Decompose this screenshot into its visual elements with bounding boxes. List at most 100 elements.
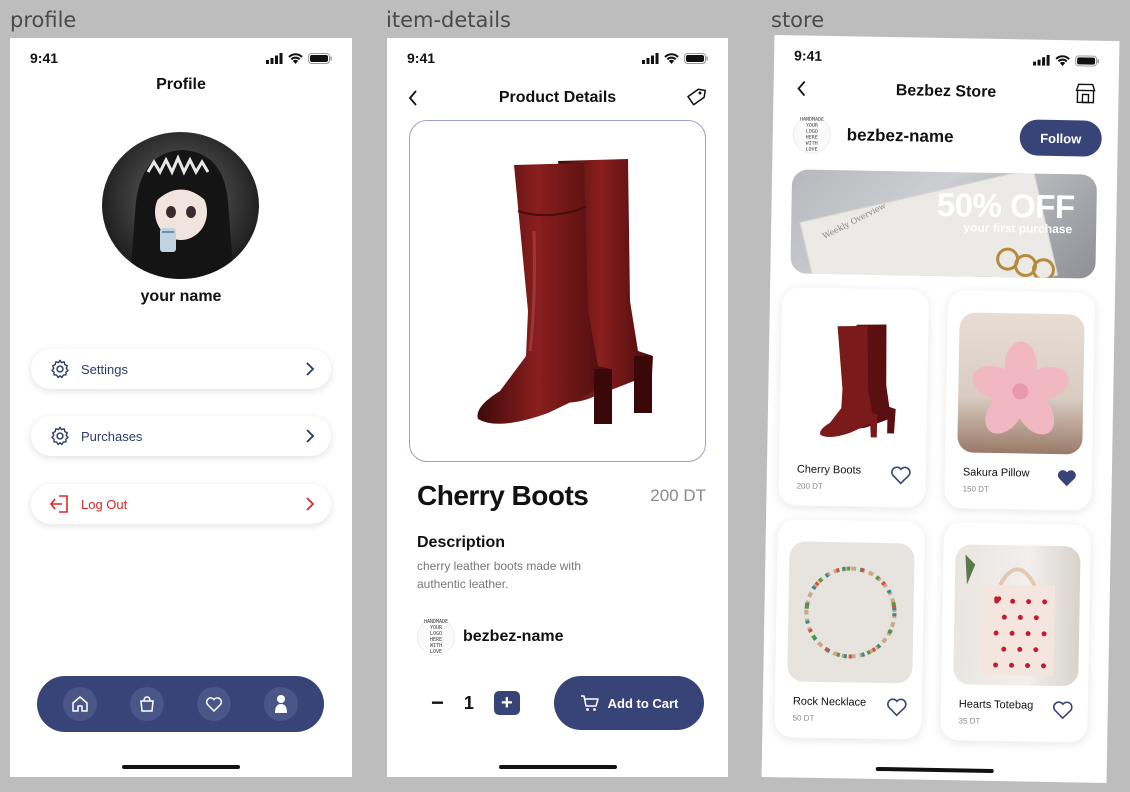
banner-subtext: your first purchase <box>963 220 1073 237</box>
chevron-right-icon <box>306 497 315 511</box>
status-time: 9:41 <box>30 50 59 66</box>
product-name: Cherry Boots <box>417 480 589 511</box>
avatar[interactable] <box>102 132 259 279</box>
home-icon <box>72 696 89 712</box>
battery-icon <box>1075 54 1099 67</box>
seller-logo: HANDMADE YOUR LOGO HERE WITH LOVE <box>417 618 455 656</box>
seller-name: bezbez-name <box>463 628 564 645</box>
product-name: Rock Necklace <box>792 695 867 709</box>
product-name: Cherry Boots <box>796 463 862 477</box>
heart-icon <box>205 697 222 712</box>
status-time: 9:41 <box>794 47 823 64</box>
cart-icon <box>580 695 599 711</box>
product-image <box>476 159 653 424</box>
logout-icon <box>49 495 68 513</box>
product-price: 200 DT <box>796 481 823 491</box>
totebag-image <box>965 554 1055 677</box>
heart-filled-icon[interactable] <box>1056 468 1078 488</box>
bag-icon <box>140 696 154 712</box>
status-bar: 9:41 <box>794 47 1099 68</box>
heart-outline-icon[interactable] <box>890 465 912 485</box>
necklace-image <box>804 566 897 659</box>
page-title: Bezbez Store <box>895 82 997 101</box>
banner-rings <box>996 247 1055 278</box>
add-to-cart-button[interactable]: Add to Cart <box>554 676 704 730</box>
page-title: Profile <box>156 76 206 93</box>
chevron-right-icon <box>306 362 315 376</box>
product-card-hearts-totebag[interactable]: Hearts Totebag 35 DT <box>940 522 1092 743</box>
follow-button[interactable]: Follow <box>1019 119 1103 157</box>
battery-icon <box>308 52 332 64</box>
chevron-right-icon <box>306 429 315 443</box>
product-name: Sakura Pillow <box>962 466 1030 480</box>
username: your name <box>140 288 222 305</box>
nav-favorites[interactable] <box>196 687 231 721</box>
product-name: Hearts Totebag <box>958 698 1034 712</box>
battery-icon <box>684 52 708 64</box>
nav-shop[interactable] <box>130 687 165 721</box>
status-bar: 9:41 <box>407 50 708 66</box>
settings-button[interactable]: Settings <box>31 349 331 389</box>
quantity-stepper: − 1 + <box>431 690 520 716</box>
seller-link[interactable]: HANDMADE YOUR LOGO HERE WITH LOVE bezbez… <box>417 618 563 656</box>
frame-label-store: store <box>771 8 825 32</box>
home-indicator <box>122 765 240 769</box>
nav-profile[interactable] <box>263 687 298 721</box>
wifi-icon <box>664 52 679 64</box>
avatar-illustration <box>130 150 234 279</box>
boots-image <box>819 324 896 438</box>
promo-banner[interactable]: Weekly Overview 50% OFF your first purch… <box>790 169 1098 279</box>
product-image <box>957 312 1085 455</box>
product-price: 150 DT <box>962 484 989 494</box>
quantity-increase-button[interactable]: + <box>493 691 520 715</box>
wifi-icon <box>1055 54 1070 66</box>
signal-icon <box>1033 54 1050 66</box>
status-bar: 9:41 <box>30 50 332 66</box>
header: Product Details <box>387 84 728 112</box>
system-icons <box>1033 54 1099 67</box>
home-indicator <box>875 766 994 773</box>
description-text: cherry leather boots made with authentic… <box>417 559 582 591</box>
profile-icon <box>274 695 287 713</box>
product-price: 200 DT <box>650 486 706 505</box>
product-price: 50 DT <box>792 713 815 723</box>
quantity-decrease-button[interactable]: − <box>431 690 444 716</box>
store-screen: 9:41 Bezbez Store HANDMADE YOUR LOGO HER… <box>761 35 1120 783</box>
product-price: 35 DT <box>958 716 981 726</box>
purchases-button[interactable]: Purchases <box>31 416 331 456</box>
gear-icon <box>51 359 69 379</box>
header: Bezbez Store <box>773 75 1118 109</box>
seller-logo: HANDMADE YOUR LOGO HERE WITH LOVE <box>792 115 832 155</box>
frame-label-profile: profile <box>10 8 77 32</box>
home-indicator <box>498 765 617 769</box>
wifi-icon <box>288 52 303 64</box>
product-image <box>787 541 915 684</box>
storefront-icon[interactable] <box>1074 82 1096 104</box>
settings-label: Settings <box>81 361 128 377</box>
seller-logo-text: HANDMADE YOUR LOGO HERE WITH LOVE <box>423 619 449 655</box>
frame-label-item-details: item-details <box>386 8 511 32</box>
product-image-card <box>409 120 706 462</box>
bottom-nav <box>37 676 324 732</box>
quantity-value: 1 <box>463 692 474 713</box>
signal-icon <box>642 52 659 64</box>
logout-button[interactable]: Log Out <box>31 484 331 524</box>
status-time: 9:41 <box>407 50 436 66</box>
gear-icon <box>51 426 69 446</box>
heart-outline-icon[interactable] <box>886 697 908 717</box>
heart-outline-icon[interactable] <box>1052 700 1074 720</box>
tag-icon[interactable] <box>686 87 706 107</box>
signal-icon <box>266 52 283 64</box>
logout-label: Log Out <box>81 496 128 512</box>
product-image <box>953 544 1081 687</box>
product-card-rock-necklace[interactable]: Rock Necklace 50 DT <box>774 519 926 740</box>
system-icons <box>266 52 332 64</box>
product-card-cherry-boots[interactable]: Cherry Boots 200 DT <box>778 287 930 508</box>
description-title: Description <box>417 534 506 551</box>
store-seller[interactable]: HANDMADE YOUR LOGO HERE WITH LOVE bezbez… <box>792 115 954 156</box>
nav-home[interactable] <box>63 687 98 721</box>
purchases-label: Purchases <box>81 428 143 444</box>
seller-logo-text: HANDMADE YOUR LOGO HERE WITH LOVE <box>799 116 825 153</box>
item-details-screen: 9:41 Product Details Cherry Boots 200 DT… <box>387 38 728 777</box>
product-card-sakura-pillow[interactable]: Sakura Pillow 150 DT <box>944 290 1096 511</box>
